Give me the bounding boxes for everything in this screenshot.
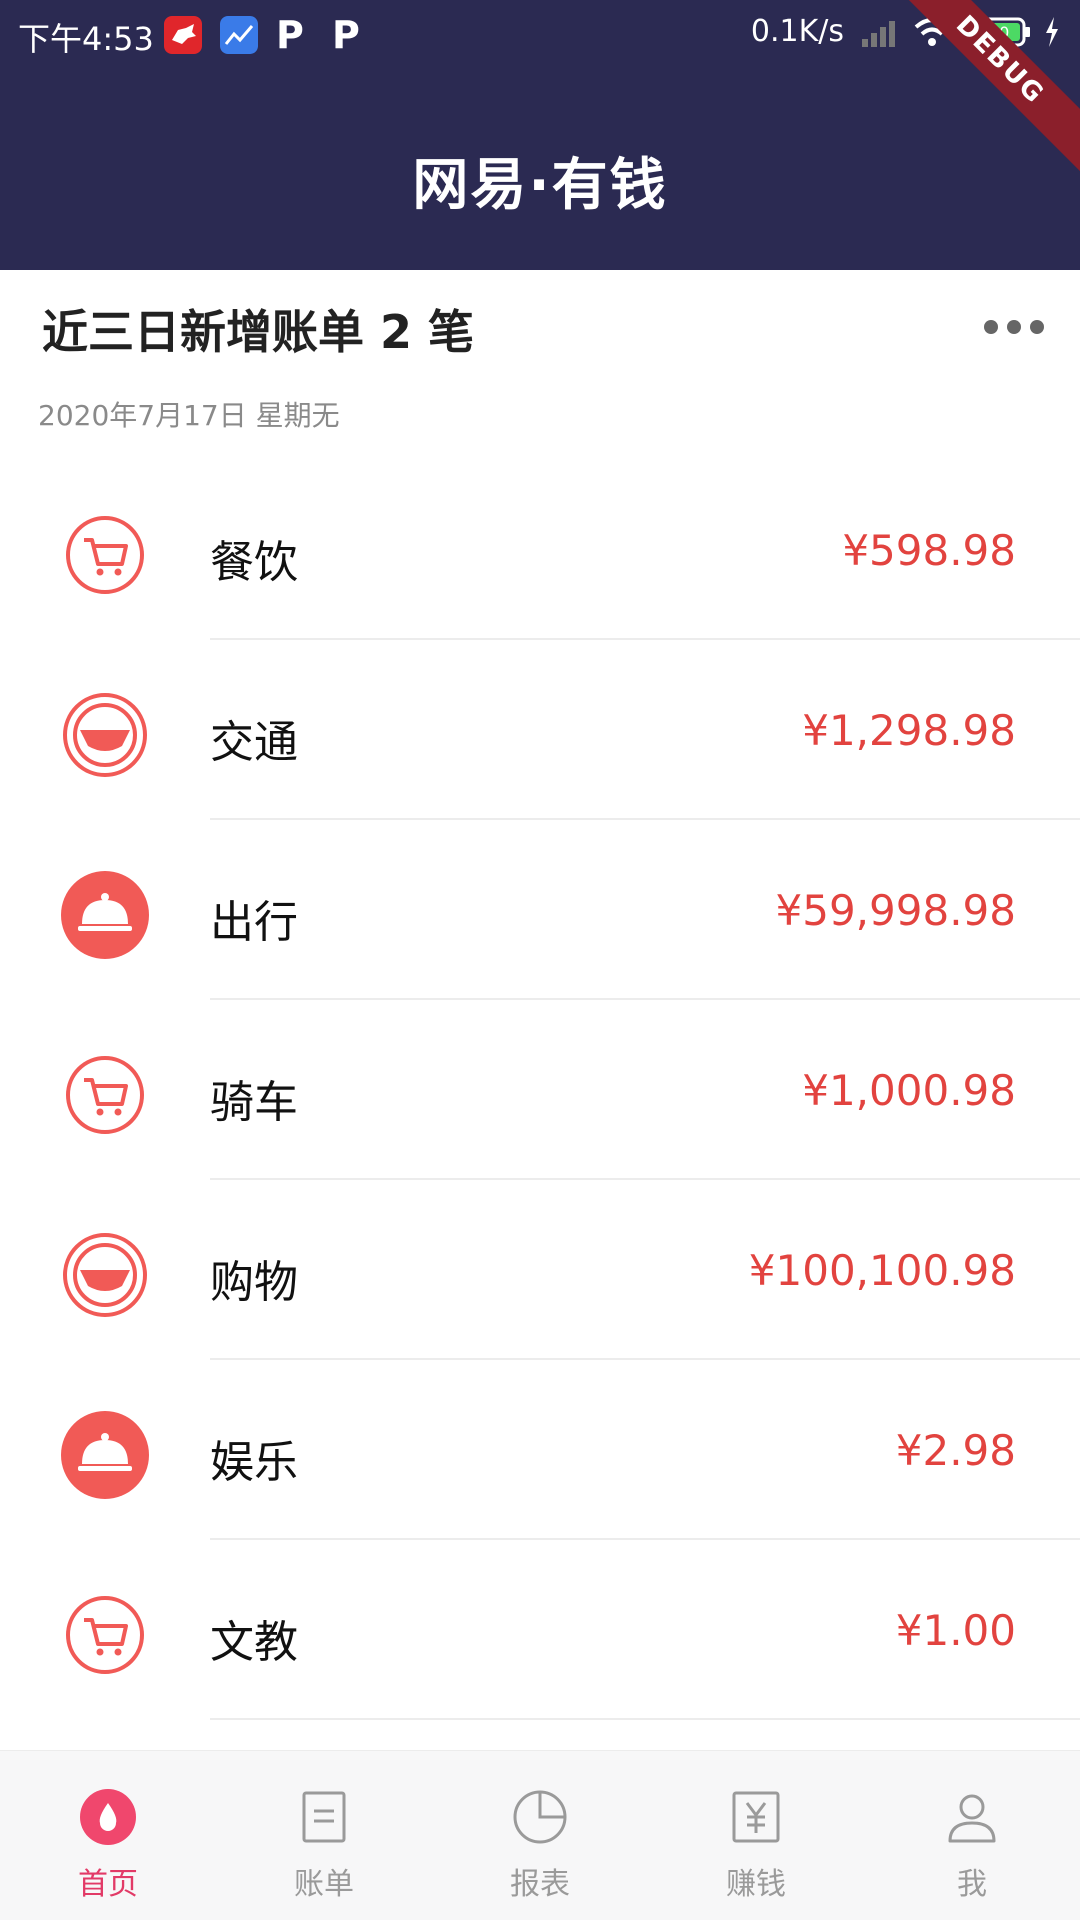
yuan-icon — [732, 1791, 780, 1843]
bill-row[interactable]: 娱乐 ¥2.98 — [0, 1360, 1080, 1540]
summary-date: 2020年7月17日 星期无 — [38, 399, 340, 432]
bill-row[interactable]: 购物 ¥100,100.98 — [0, 1180, 1080, 1360]
bill-amount: ¥1,000.98 — [802, 1066, 1016, 1115]
nav-label: 我 — [957, 1867, 987, 1902]
bill-row[interactable]: 出行 ¥59,998.98 — [0, 820, 1080, 1000]
steering-wheel-icon — [63, 1233, 147, 1317]
status-app-icons: P P — [164, 16, 370, 54]
nav-label: 首页 — [78, 1867, 138, 1902]
steering-wheel-icon — [63, 693, 147, 777]
nav-label: 报表 — [510, 1867, 570, 1902]
food-cloche-icon — [61, 1411, 149, 1499]
bill-amount: ¥100,100.98 — [748, 1246, 1016, 1295]
bill-category: 餐饮 — [210, 537, 298, 588]
bill-amount: ¥2.98 — [895, 1426, 1016, 1475]
nav-label: 赚钱 — [726, 1867, 786, 1902]
top-bar: 下午4:53 P P 0.1K/s 网易·有钱 DEBUG — [0, 0, 1080, 270]
bill-category: 交通 — [210, 717, 298, 768]
more-dot-icon — [984, 320, 998, 334]
shopping-cart-icon — [66, 1596, 144, 1674]
food-cloche-icon — [61, 871, 149, 959]
bill-amount: ¥1.00 — [895, 1606, 1016, 1655]
user-icon — [948, 1794, 996, 1843]
status-bar: 下午4:53 P P 0.1K/s — [0, 0, 1080, 72]
more-dot-icon — [1030, 320, 1044, 334]
bill-category: 骑车 — [210, 1077, 298, 1128]
more-dot-icon — [1007, 320, 1021, 334]
summary-title: 近三日新增账单 2 笔 — [42, 305, 475, 359]
more-button[interactable] — [984, 312, 1044, 342]
bottom-nav: 首页 账单 报表 赚钱 我 — [0, 1750, 1080, 1920]
pie-chart-icon — [513, 1790, 567, 1844]
nav-label: 账单 — [294, 1867, 354, 1902]
nav-me[interactable]: 我 — [864, 1751, 1080, 1920]
shopping-cart-icon — [66, 516, 144, 594]
bill-amount: ¥598.98 — [842, 526, 1016, 575]
bill-row[interactable]: 骑车 ¥1,000.98 — [0, 1000, 1080, 1180]
bill-row[interactable]: 文教 ¥1.00 — [0, 1540, 1080, 1720]
status-time: 下午4:53 — [18, 20, 154, 58]
bull-app-icon — [164, 16, 202, 54]
bill-row[interactable]: 餐饮 ¥598.98 — [0, 460, 1080, 640]
divider — [210, 1718, 1080, 1720]
bill-category: 购物 — [210, 1257, 298, 1308]
net-speed: 0.1K/s — [750, 14, 844, 49]
p-app-icon: P — [276, 13, 304, 57]
nav-home[interactable]: 首页 — [0, 1751, 216, 1920]
charging-icon — [1046, 16, 1058, 47]
nav-earn[interactable]: 赚钱 — [648, 1751, 864, 1920]
bill-category: 出行 — [210, 897, 298, 948]
bill-row[interactable]: 交通 ¥1,298.98 — [0, 640, 1080, 820]
bill-list: 餐饮 ¥598.98 交通 ¥1,298.98 出行 ¥59,998.98 骑车… — [0, 460, 1080, 1720]
nav-reports[interactable]: 报表 — [432, 1751, 648, 1920]
p-app-icon-2: P — [332, 13, 360, 57]
chart-app-icon — [220, 16, 258, 54]
bill-amount: ¥1,298.98 — [802, 706, 1016, 755]
bill-icon — [302, 1791, 346, 1843]
app-title: 网易·有钱 — [412, 153, 668, 218]
home-drop-icon — [80, 1789, 136, 1845]
summary-header: 近三日新增账单 2 笔 2020年7月17日 星期无 — [0, 270, 1080, 450]
shopping-cart-icon — [66, 1056, 144, 1134]
bill-category: 文教 — [210, 1617, 298, 1668]
bill-category: 娱乐 — [210, 1437, 298, 1488]
nav-bills[interactable]: 账单 — [216, 1751, 432, 1920]
signal-icon — [862, 20, 895, 47]
bill-amount: ¥59,998.98 — [775, 886, 1016, 935]
